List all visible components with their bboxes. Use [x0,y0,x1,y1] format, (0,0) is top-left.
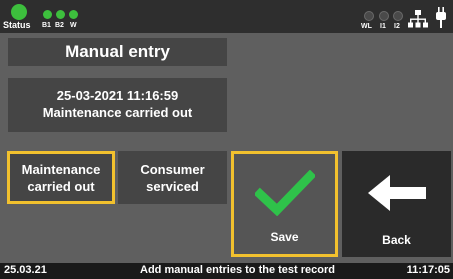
record-datetime: 25-03-2021 11:16:59 [56,88,179,103]
network-icon [408,10,428,28]
footer-message: Add manual entries to the test record [140,264,335,276]
footer-bar: 25.03.21 Add manual entries to the test … [0,263,453,279]
save-button[interactable]: Save [231,151,338,257]
option-label-line2: carried out [27,179,95,194]
record-preview: 25-03-2021 11:16:59 Maintenance carried … [8,78,227,132]
i1-indicator [379,11,389,21]
wl-indicator [364,11,374,21]
option-label-line1: Consumer [140,162,205,177]
back-label: Back [382,233,411,247]
footer-date: 25.03.21 [4,264,47,276]
b1-label: B1 [42,22,51,29]
status-label: Status [3,20,31,30]
record-entry: Maintenance carried out [42,105,193,120]
page-title: Manual entry [8,38,227,66]
status-indicator [11,4,27,20]
b2-label: B2 [55,22,64,29]
back-button[interactable]: Back [342,151,451,257]
i1-label: I1 [380,23,386,30]
status-bar: Status B1 B2 W WL I1 I2 [0,0,453,33]
wl-label: WL [361,23,372,30]
option-label-line2: serviced [146,179,199,194]
b1-indicator [43,10,52,19]
option-consumer-serviced[interactable]: Consumer serviced [118,151,227,204]
w-indicator [69,10,78,19]
w-label: W [70,22,77,29]
option-maintenance-carried-out[interactable]: Maintenance carried out [7,151,115,204]
footer-time: 11:17:05 [406,264,450,276]
plug-icon [436,7,446,28]
check-icon [254,170,315,216]
option-label-line1: Maintenance [21,162,101,177]
device-screen: Status B1 B2 W WL I1 I2 Manual entry 25-… [0,0,453,279]
i2-label: I2 [394,23,400,30]
i2-indicator [393,11,403,21]
arrow-left-icon [367,175,426,211]
save-label: Save [270,230,299,244]
b2-indicator [56,10,65,19]
